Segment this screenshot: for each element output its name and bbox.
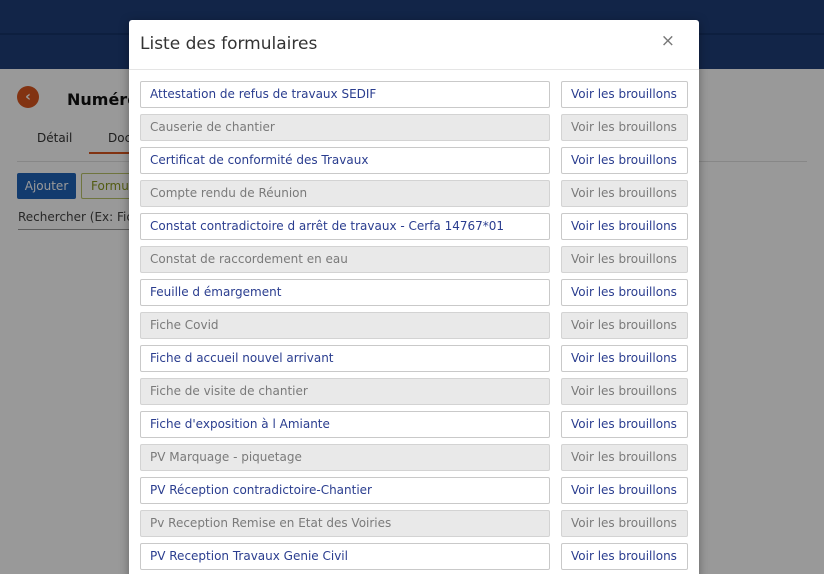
form-row: Feuille d émargement Voir les brouillons — [140, 279, 688, 312]
form-row: Fiche de visite de chantier Voir les brou… — [140, 378, 688, 411]
form-row: PV Marquage - piquetage Voir les brouillo… — [140, 444, 688, 477]
form-name-button[interactable]: PV Reception Travaux Genie Civil — [140, 543, 550, 570]
view-drafts-button[interactable]: Voir les brouillons — [561, 543, 688, 570]
form-name-button: Compte rendu de Réunion — [140, 180, 550, 207]
form-row: Attestation de refus de travaux SEDIF Voi… — [140, 81, 688, 114]
form-name-button[interactable]: Feuille d émargement — [140, 279, 550, 306]
form-name-button[interactable]: Certificat de conformité des Travaux — [140, 147, 550, 174]
form-name-button: PV Marquage - piquetage — [140, 444, 550, 471]
modal-header: Liste des formulaires × — [129, 20, 699, 70]
form-row: PV Reception Travaux Genie Civil Voir les… — [140, 543, 688, 574]
form-row: Fiche d accueil nouvel arrivant Voir les … — [140, 345, 688, 378]
form-row: Constat contradictoire d arrêt de travau… — [140, 213, 688, 246]
form-name-button[interactable]: Fiche d'exposition à l Amiante — [140, 411, 550, 438]
forms-list: Attestation de refus de travaux SEDIF Voi… — [140, 81, 688, 574]
form-name-button[interactable]: Attestation de refus de travaux SEDIF — [140, 81, 550, 108]
form-name-button: Causerie de chantier — [140, 114, 550, 141]
form-row: Causerie de chantier Voir les brouillons — [140, 114, 688, 147]
view-drafts-button[interactable]: Voir les brouillons — [561, 411, 688, 438]
form-row: Fiche d'exposition à l Amiante Voir les b… — [140, 411, 688, 444]
view-drafts-button: Voir les brouillons — [561, 378, 688, 405]
view-drafts-button[interactable]: Voir les brouillons — [561, 477, 688, 504]
form-name-button[interactable]: Fiche d accueil nouvel arrivant — [140, 345, 550, 372]
modal-title: Liste des formulaires — [140, 34, 318, 54]
close-icon[interactable]: × — [661, 31, 675, 51]
form-row: Pv Reception Remise en Etat des Voiries V… — [140, 510, 688, 543]
form-name-button[interactable]: Constat contradictoire d arrêt de travau… — [140, 213, 550, 240]
view-drafts-button[interactable]: Voir les brouillons — [561, 81, 688, 108]
forms-list-modal: Liste des formulaires × Attestation de r… — [129, 20, 699, 574]
view-drafts-button: Voir les brouillons — [561, 444, 688, 471]
form-name-button: Pv Reception Remise en Etat des Voiries — [140, 510, 550, 537]
view-drafts-button: Voir les brouillons — [561, 312, 688, 339]
form-name-button: Fiche Covid — [140, 312, 550, 339]
view-drafts-button[interactable]: Voir les brouillons — [561, 345, 688, 372]
view-drafts-button: Voir les brouillons — [561, 246, 688, 273]
view-drafts-button[interactable]: Voir les brouillons — [561, 279, 688, 306]
form-row: PV Réception contradictoire-Chantier Voir… — [140, 477, 688, 510]
form-row: Fiche Covid Voir les brouillons — [140, 312, 688, 345]
view-drafts-button[interactable]: Voir les brouillons — [561, 213, 688, 240]
form-row: Compte rendu de Réunion Voir les brouillo… — [140, 180, 688, 213]
view-drafts-button: Voir les brouillons — [561, 510, 688, 537]
form-row: Certificat de conformité des Travaux Voir… — [140, 147, 688, 180]
view-drafts-button: Voir les brouillons — [561, 114, 688, 141]
form-row: Constat de raccordement en eau Voir les b… — [140, 246, 688, 279]
view-drafts-button: Voir les brouillons — [561, 180, 688, 207]
form-name-button: Constat de raccordement en eau — [140, 246, 550, 273]
form-name-button: Fiche de visite de chantier — [140, 378, 550, 405]
view-drafts-button[interactable]: Voir les brouillons — [561, 147, 688, 174]
form-name-button[interactable]: PV Réception contradictoire-Chantier — [140, 477, 550, 504]
